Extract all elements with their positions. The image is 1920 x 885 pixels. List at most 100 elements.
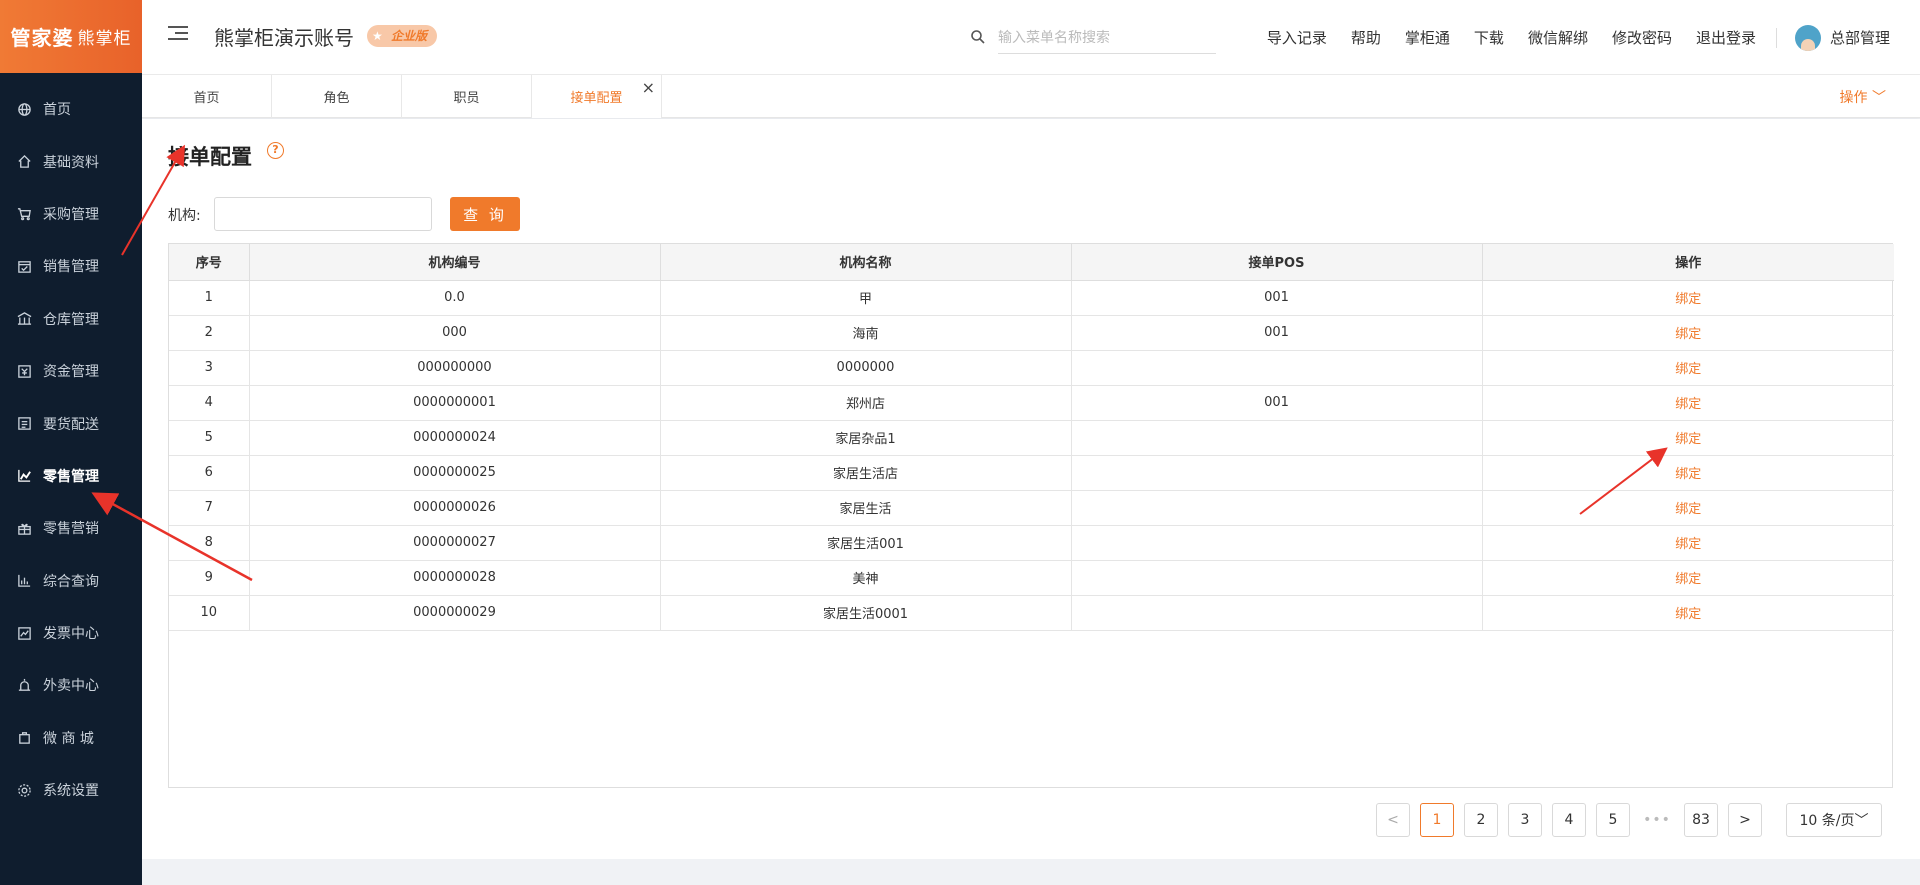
sidebar-item-2[interactable]: 采购管理: [0, 188, 142, 240]
sidebar-item-11[interactable]: 外卖中心: [0, 659, 142, 711]
bar-chart-icon: [16, 573, 32, 589]
header-link-0[interactable]: 导入记录: [1267, 27, 1327, 48]
sidebar-item-8[interactable]: 零售营销: [0, 502, 142, 554]
tab-0[interactable]: 首页: [142, 75, 272, 118]
cell-op: 绑定: [1482, 525, 1894, 561]
sidebar-item-1[interactable]: 基础资料: [0, 135, 142, 187]
bind-link[interactable]: 绑定: [1675, 362, 1701, 377]
tab-1[interactable]: 角色: [272, 75, 402, 118]
trend-icon: [16, 625, 32, 641]
sidebar-item-9[interactable]: 综合查询: [0, 555, 142, 607]
bag-icon: [16, 730, 32, 746]
sidebar-item-label: 发票中心: [43, 626, 99, 643]
cell-code: 0000000024: [249, 420, 661, 456]
tab-label: 首页: [193, 91, 220, 106]
sidebar-item-10[interactable]: 发票中心: [0, 607, 142, 659]
cell-name: 家居生活店: [660, 455, 1072, 491]
sidebar-item-label: 微 商 城: [43, 730, 94, 747]
column-header: 操作: [1482, 244, 1894, 281]
cell-name: 郑州店: [660, 385, 1072, 421]
table-header-row: 序号 机构编号 机构名称 接单POS 操作: [169, 244, 1894, 281]
page-ellipsis[interactable]: •••: [1640, 803, 1674, 837]
tab-3[interactable]: 接单配置 ×: [532, 75, 662, 118]
bind-link[interactable]: 绑定: [1675, 502, 1701, 517]
cell-no: 2: [169, 315, 250, 351]
prev-page-button[interactable]: <: [1376, 803, 1410, 837]
tab-label: 职员: [453, 91, 480, 106]
page-button-last[interactable]: 83: [1684, 803, 1718, 837]
page-button-1[interactable]: 1: [1420, 803, 1454, 837]
cell-pos: 001: [1071, 385, 1483, 421]
cell-op: 绑定: [1482, 385, 1894, 421]
chart-icon: [16, 468, 32, 484]
bind-link[interactable]: 绑定: [1675, 607, 1701, 622]
org-filter-input[interactable]: [214, 197, 432, 231]
tab-operations-dropdown[interactable]: 操作 ﹀: [1840, 87, 1886, 107]
cell-op: 绑定: [1482, 315, 1894, 351]
page-button-3[interactable]: 3: [1508, 803, 1542, 837]
header-link-5[interactable]: 修改密码: [1612, 27, 1672, 48]
search-input[interactable]: [998, 22, 1216, 54]
sidebar-item-5[interactable]: 资金管理: [0, 345, 142, 397]
close-icon[interactable]: ×: [642, 78, 655, 97]
cell-name: 家居杂品1: [660, 420, 1072, 456]
cell-op: 绑定: [1482, 420, 1894, 456]
table-row: 9 0000000028 美神 绑定: [169, 560, 1894, 596]
sidebar: 管家婆 熊掌柜 首页 基础资料 采购管理 销售管理 仓库管理 资金管理 要货配送 零售管理 零售…: [0, 0, 142, 885]
cell-code: 0000000027: [249, 525, 661, 561]
header-link-6[interactable]: 退出登录: [1696, 27, 1756, 48]
bind-link[interactable]: 绑定: [1675, 572, 1701, 587]
sidebar-item-7[interactable]: 零售管理: [0, 450, 142, 502]
tab-label: 角色: [323, 91, 350, 106]
sidebar-item-6[interactable]: 要货配送: [0, 397, 142, 449]
cell-op: 绑定: [1482, 350, 1894, 386]
sidebar-item-label: 首页: [43, 102, 71, 119]
cell-name: 美神: [660, 560, 1072, 596]
page-button-5[interactable]: 5: [1596, 803, 1630, 837]
sidebar-item-4[interactable]: 仓库管理: [0, 293, 142, 345]
help-icon[interactable]: ?: [267, 142, 284, 159]
table-row: 4 0000000001 郑州店 001 绑定: [169, 385, 1894, 421]
page-button-2[interactable]: 2: [1464, 803, 1498, 837]
header-link-4[interactable]: 微信解绑: [1528, 27, 1588, 48]
header-links: 导入记录 帮助 掌柜通 下载 微信解绑 修改密码 退出登录 总部管理: [1243, 0, 1890, 75]
avatar[interactable]: [1794, 24, 1821, 51]
cell-pos: [1071, 455, 1483, 491]
sidebar-item-label: 外卖中心: [43, 678, 99, 695]
table-row: 3 000000000 0000000 绑定: [169, 350, 1894, 386]
main-content: 接单配置 ? 机构: 查 询 序号 机构编号 机构名称 接单POS 操作 1 0.0 甲 00…: [142, 119, 1920, 859]
cell-name: 0000000: [660, 350, 1072, 386]
cell-no: 9: [169, 560, 250, 596]
page-size-select[interactable]: 10 条/页﹀: [1786, 803, 1882, 837]
table-row: 5 0000000024 家居杂品1 绑定: [169, 420, 1894, 456]
sidebar-item-label: 资金管理: [43, 364, 99, 381]
bind-link[interactable]: 绑定: [1675, 537, 1701, 552]
cell-no: 8: [169, 525, 250, 561]
next-page-button[interactable]: >: [1728, 803, 1762, 837]
bind-link[interactable]: 绑定: [1675, 432, 1701, 447]
sidebar-item-12[interactable]: 微 商 城: [0, 712, 142, 764]
cell-name: 家居生活001: [660, 525, 1072, 561]
org-filter-label: 机构:: [168, 208, 201, 224]
page-button-4[interactable]: 4: [1552, 803, 1586, 837]
search-icon[interactable]: [970, 29, 986, 45]
header-link-1[interactable]: 帮助: [1351, 27, 1381, 48]
query-button[interactable]: 查 询: [450, 197, 520, 231]
sidebar-item-label: 销售管理: [43, 259, 99, 276]
sidebar-item-3[interactable]: 销售管理: [0, 240, 142, 292]
header-link-2[interactable]: 掌柜通: [1405, 27, 1450, 48]
bind-link[interactable]: 绑定: [1675, 292, 1701, 307]
cell-code: 0.0: [249, 280, 661, 316]
tab-2[interactable]: 职员: [402, 75, 532, 118]
cell-code: 0000000025: [249, 455, 661, 491]
sidebar-item-0[interactable]: 首页: [0, 83, 142, 135]
menu-toggle-icon[interactable]: [168, 26, 188, 46]
sidebar-item-13[interactable]: 系统设置: [0, 764, 142, 816]
bind-link[interactable]: 绑定: [1675, 467, 1701, 482]
cell-op: 绑定: [1482, 280, 1894, 316]
sidebar-item-label: 系统设置: [43, 783, 99, 800]
bind-link[interactable]: 绑定: [1675, 397, 1701, 412]
user-name[interactable]: 总部管理: [1830, 27, 1890, 48]
bind-link[interactable]: 绑定: [1675, 327, 1701, 342]
header-link-3[interactable]: 下载: [1474, 27, 1504, 48]
